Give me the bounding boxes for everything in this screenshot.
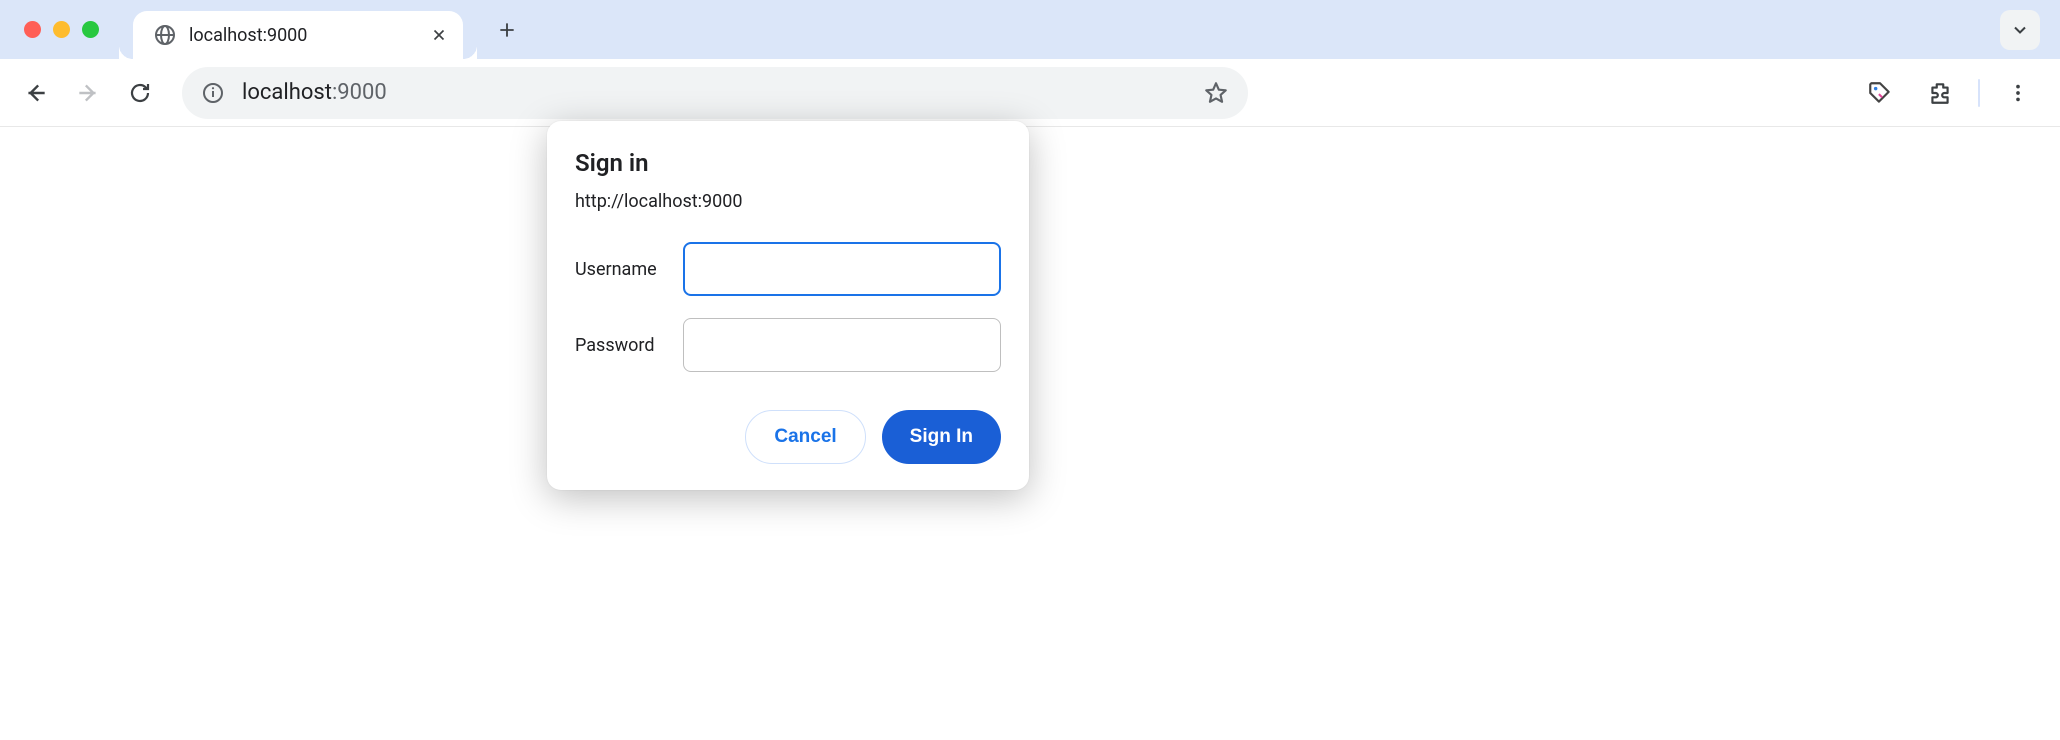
- page-content: Sign in http://localhost:9000 Username P…: [0, 127, 2060, 740]
- tab-title: localhost:9000: [189, 25, 429, 46]
- cancel-button[interactable]: Cancel: [745, 410, 865, 464]
- window-fullscreen-button[interactable]: [82, 21, 99, 38]
- globe-icon: [153, 23, 177, 47]
- password-row: Password: [575, 318, 1001, 372]
- tab-strip-right: [2000, 10, 2046, 50]
- bookmark-star-icon[interactable]: [1202, 79, 1230, 107]
- signin-button[interactable]: Sign In: [882, 410, 1001, 464]
- address-bar-url: localhost:9000: [242, 80, 1186, 105]
- window-controls: [24, 21, 99, 38]
- password-input[interactable]: [683, 318, 1001, 372]
- browser-toolbar: localhost:9000: [0, 59, 2060, 127]
- extensions-icon[interactable]: [1918, 71, 1962, 115]
- url-host: localhost: [242, 80, 332, 105]
- url-port: :9000: [332, 80, 387, 105]
- http-auth-dialog: Sign in http://localhost:9000 Username P…: [547, 121, 1029, 490]
- new-tab-button[interactable]: [487, 10, 527, 50]
- username-label: Username: [575, 259, 683, 280]
- toolbar-right: [1858, 71, 2048, 115]
- auth-dialog-origin: http://localhost:9000: [575, 191, 1001, 212]
- browser-tab[interactable]: localhost:9000: [133, 11, 463, 59]
- browser-menu-button[interactable]: [1996, 71, 2040, 115]
- auth-dialog-actions: Cancel Sign In: [575, 410, 1001, 464]
- password-label: Password: [575, 335, 683, 356]
- site-info-icon[interactable]: [200, 80, 226, 106]
- tab-search-button[interactable]: [2000, 10, 2040, 50]
- nav-forward-button[interactable]: [64, 69, 112, 117]
- tab-close-button[interactable]: [429, 25, 449, 45]
- nav-back-button[interactable]: [12, 69, 60, 117]
- window-minimize-button[interactable]: [53, 21, 70, 38]
- window-close-button[interactable]: [24, 21, 41, 38]
- username-input[interactable]: [683, 242, 1001, 296]
- nav-reload-button[interactable]: [116, 69, 164, 117]
- price-tag-icon[interactable]: [1858, 71, 1902, 115]
- toolbar-separator: [1978, 79, 1980, 107]
- username-row: Username: [575, 242, 1001, 296]
- address-bar[interactable]: localhost:9000: [182, 67, 1248, 119]
- tab-strip: localhost:9000: [0, 0, 2060, 59]
- auth-dialog-title: Sign in: [575, 149, 1001, 177]
